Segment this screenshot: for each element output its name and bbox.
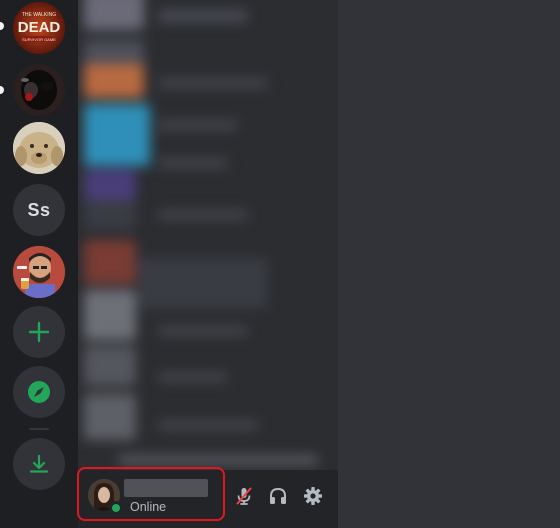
cartoon-man-avatar xyxy=(13,246,65,298)
golden-dog-photo xyxy=(13,122,65,174)
mute-button[interactable] xyxy=(232,484,256,508)
user-info-highlight xyxy=(77,467,225,521)
walking-dead-logo: THE WALKING DEAD SURVIVOR GAME xyxy=(13,2,65,54)
server-dark-dog[interactable] xyxy=(13,64,65,116)
dark-animal-photo xyxy=(13,64,65,116)
unread-indicator xyxy=(0,86,4,94)
unread-indicator xyxy=(0,22,4,30)
download-icon xyxy=(29,454,49,473)
plus-icon xyxy=(28,321,50,343)
microphone-muted-icon xyxy=(236,487,252,505)
main-content-area xyxy=(338,0,560,528)
channel-list-blurred xyxy=(78,0,338,470)
server-rail: THE WALKING DEAD SURVIVOR GAME Ss xyxy=(0,0,78,528)
compass-icon xyxy=(28,381,50,403)
download-apps-button[interactable] xyxy=(13,438,65,490)
add-server-button[interactable] xyxy=(13,306,65,358)
user-settings-button[interactable] xyxy=(301,484,325,508)
server-cartoon-avatar[interactable] xyxy=(13,246,65,298)
rail-separator xyxy=(29,428,49,430)
blurred-content xyxy=(78,0,338,470)
logo-text-main: DEAD xyxy=(18,19,61,36)
logo-text-sub: SURVIVOR GAME xyxy=(22,37,56,42)
deafen-button[interactable] xyxy=(266,484,290,508)
server-walking-dead[interactable]: THE WALKING DEAD SURVIVOR GAME xyxy=(13,2,65,54)
explore-servers-button[interactable] xyxy=(13,366,65,418)
gear-icon xyxy=(304,487,322,505)
server-initials: Ss xyxy=(27,199,51,220)
headphones-icon xyxy=(270,487,286,504)
server-ss[interactable]: Ss xyxy=(13,184,65,236)
logo-text-top: THE WALKING xyxy=(22,12,56,18)
server-golden-dog[interactable] xyxy=(13,122,65,174)
